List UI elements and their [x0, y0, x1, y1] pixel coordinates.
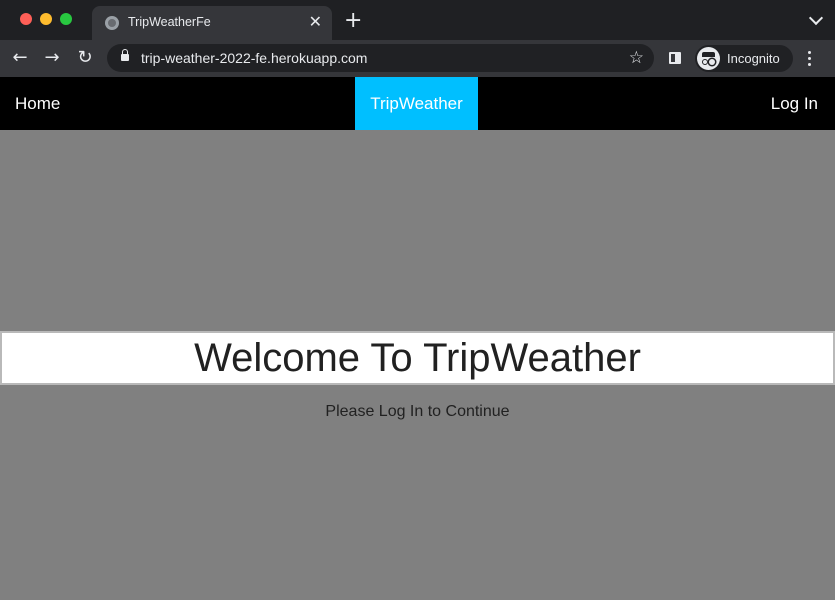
- nav-home-link[interactable]: Home: [15, 94, 60, 114]
- new-tab-button[interactable]: +: [344, 9, 362, 33]
- nav-brand-link[interactable]: TripWeather: [355, 77, 478, 130]
- side-panel-icon[interactable]: [669, 52, 681, 64]
- url-text[interactable]: trip-weather-2022-fe.herokuapp.com: [141, 50, 367, 66]
- browser-tab[interactable]: TripWeatherFe ✕: [92, 6, 332, 40]
- login-prompt-text: Please Log In to Continue: [325, 403, 510, 420]
- maximize-window-button[interactable]: [60, 13, 72, 25]
- site-navbar: Home TripWeather Log In: [0, 77, 835, 130]
- close-window-button[interactable]: [20, 13, 32, 25]
- reload-button[interactable]: ↻: [73, 46, 97, 70]
- incognito-profile-button[interactable]: Incognito: [695, 45, 793, 72]
- globe-icon: [105, 16, 119, 30]
- browser-toolbar: ← → ↻ trip-weather-2022-fe.herokuapp.com…: [0, 40, 835, 77]
- tab-close-icon[interactable]: ✕: [309, 13, 322, 31]
- address-bar[interactable]: trip-weather-2022-fe.herokuapp.com ☆: [107, 44, 654, 72]
- browser-titlebar: TripWeatherFe ✕ +: [0, 0, 835, 40]
- tab-title: TripWeatherFe: [128, 15, 211, 29]
- chevron-down-icon[interactable]: [808, 10, 824, 26]
- nav-login-link[interactable]: Log In: [771, 94, 818, 114]
- back-button[interactable]: ←: [8, 46, 32, 70]
- bookmark-star-icon[interactable]: ☆: [629, 48, 644, 68]
- incognito-icon: [697, 47, 720, 70]
- more-menu-icon[interactable]: [808, 51, 812, 67]
- lock-icon[interactable]: [121, 49, 129, 61]
- minimize-window-button[interactable]: [40, 13, 52, 25]
- incognito-label: Incognito: [727, 51, 780, 66]
- page-title: Welcome To TripWeather: [194, 336, 641, 380]
- welcome-banner: Welcome To TripWeather: [0, 331, 835, 385]
- forward-button[interactable]: →: [40, 46, 64, 70]
